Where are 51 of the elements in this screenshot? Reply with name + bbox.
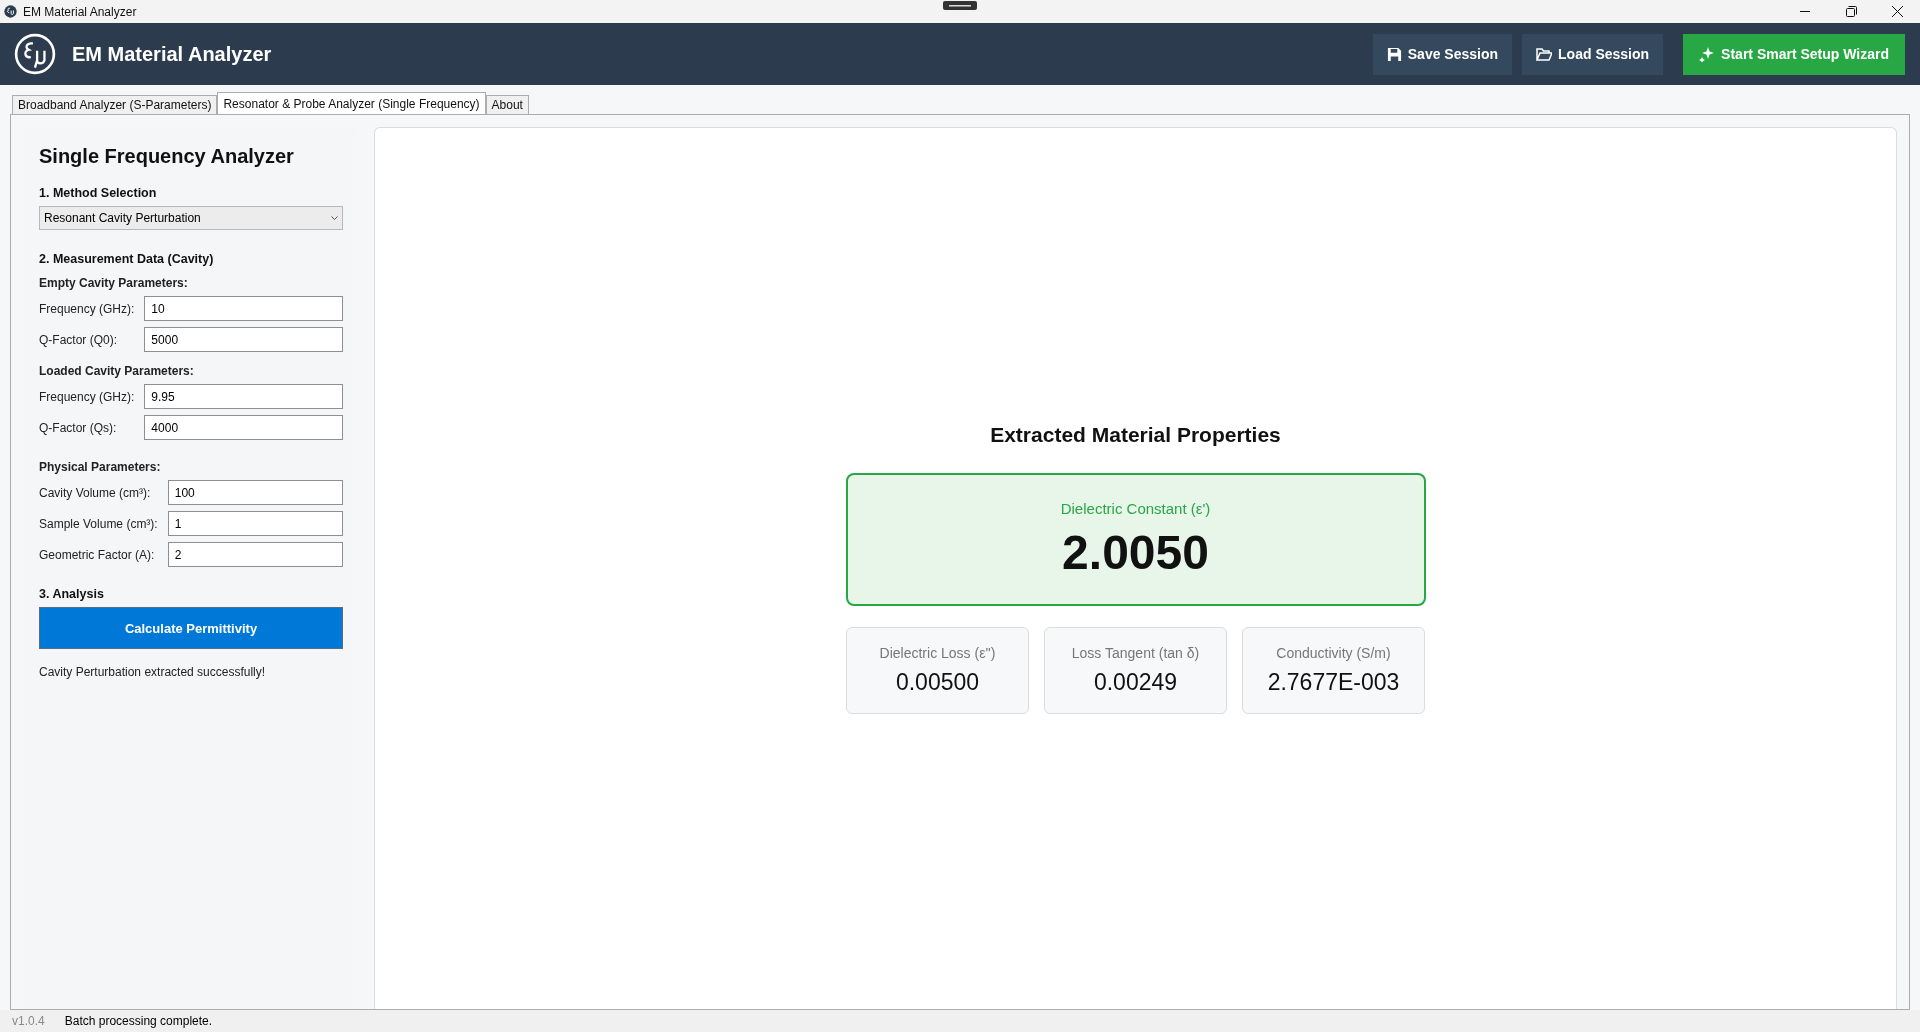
field-label: Geometric Factor (A): (39, 547, 156, 562)
input-field[interactable]: 9.95 (144, 384, 343, 409)
result-label: Loss Tangent (tan δ) (1071, 645, 1200, 661)
result-value: 2.7677E-003 (1267, 669, 1400, 696)
section-heading: 1. Method Selection (39, 186, 158, 200)
app-icon (4, 5, 17, 18)
input-field[interactable]: 2 (167, 542, 343, 567)
field-label: Q-Factor (Q0): (39, 332, 118, 347)
minimize-icon (1800, 11, 1810, 12)
close-icon (1891, 6, 1903, 17)
status-text: Batch processing complete. (64, 1014, 213, 1028)
sparkle-icon (1699, 46, 1716, 62)
result-label: Dielectric Constant (ε') (1060, 499, 1211, 517)
result-value: 0.00500 (895, 669, 980, 696)
input-field[interactable]: 5000 (144, 327, 343, 352)
version-label: v1.0.4 (12, 1014, 45, 1028)
field-label: Sample Volume (cm³): (39, 516, 158, 531)
input-field[interactable]: 4000 (144, 415, 343, 440)
result-value: 2.0050 (1062, 524, 1209, 580)
chevron-down-icon (331, 215, 338, 221)
status-message: Cavity Perturbation extracted successfully! (39, 665, 267, 679)
result-value: 0.00249 (1093, 669, 1178, 696)
field-label: Frequency (GHz): (39, 389, 135, 404)
input-field[interactable]: 1 (167, 511, 343, 536)
drag-handle-icon[interactable] (943, 1, 977, 10)
field-label: Frequency (GHz): (39, 301, 135, 316)
section-heading: 2. Measurement Data (Cavity) (39, 252, 215, 266)
group-heading: Loaded Cavity Parameters: (39, 364, 195, 378)
load-button[interactable]: Load Session (1522, 33, 1664, 75)
tab[interactable]: Resonator & Probe Analyzer (Single Frequency) (217, 92, 486, 114)
input-field[interactable]: 10 (144, 296, 343, 321)
save-button[interactable]: Save Session (1372, 33, 1513, 75)
field-label: Cavity Volume (cm³): (39, 485, 152, 500)
method-dropdown[interactable]: Resonant Cavity Perturbation (39, 206, 343, 230)
tab[interactable]: Broadband Analyzer (S-Parameters) (12, 95, 218, 114)
input-field[interactable]: 100 (167, 480, 343, 505)
calculate-button[interactable]: Calculate Permittivity (39, 607, 343, 649)
group-heading: Empty Cavity Parameters: (39, 276, 189, 290)
panel-title: Single Frequency Analyzer (39, 145, 295, 168)
field-label: Q-Factor (Qs): (39, 420, 118, 435)
results-title: Extracted Material Properties (990, 423, 1281, 447)
tab[interactable]: About (485, 95, 529, 114)
folder-icon (1536, 47, 1553, 61)
window-title: EM Material Analyzer (23, 4, 137, 19)
restore-icon (1845, 6, 1857, 17)
section-heading: 3. Analysis (39, 587, 105, 601)
result-label: Conductivity (S/m) (1276, 645, 1391, 661)
result-label: Dielectric Loss (ε'') (879, 645, 996, 661)
logo-icon (14, 33, 56, 75)
group-heading: Physical Parameters: (39, 460, 162, 474)
app-title: EM Material Analyzer (72, 42, 273, 66)
